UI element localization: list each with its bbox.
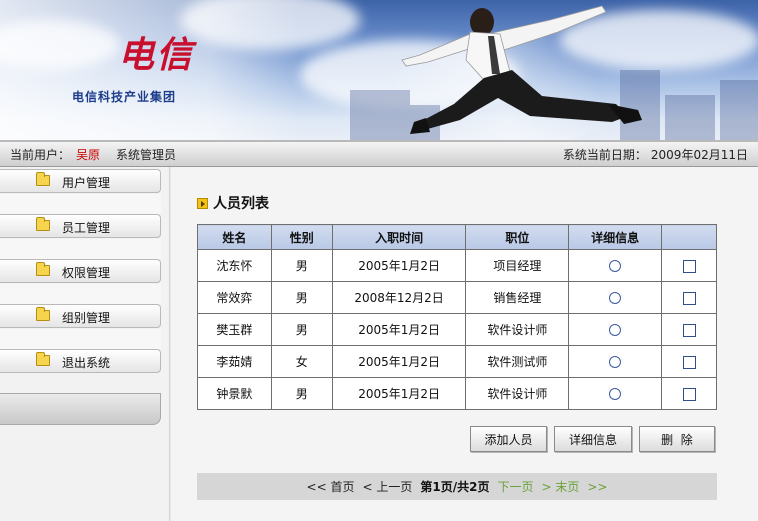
cell-name: 沈东怀: [197, 249, 272, 282]
column-header-details: 详细信息: [568, 224, 663, 250]
delete-button[interactable]: 删 除: [639, 426, 715, 452]
pagination: << 首页 < 上一页 第1页/共2页 下一页 > 末页 >>: [197, 473, 717, 500]
details-button[interactable]: 详细信息: [554, 426, 632, 452]
sidebar: 用户管理 员工管理 权限管理 组别管理 退出系统: [0, 167, 170, 521]
details-radio[interactable]: [609, 356, 622, 368]
cell-name: 李茹婧: [197, 345, 272, 378]
cell-gender: 男: [270, 377, 333, 410]
column-header-position: 职位: [465, 224, 570, 250]
cell-name: 常效弈: [197, 281, 272, 314]
sidebar-item-label: 组别管理: [62, 311, 111, 325]
end-page-link[interactable]: >>: [587, 480, 607, 494]
select-checkbox[interactable]: [682, 323, 696, 337]
cell-position: 软件测试师: [465, 345, 570, 378]
sidebar-item-group-management[interactable]: 组别管理: [0, 304, 161, 328]
cell-hire-date: 2005年1月2日: [331, 345, 467, 378]
table-row: 钟景默 男 2005年1月2日 软件设计师: [197, 377, 717, 410]
details-radio[interactable]: [609, 260, 622, 272]
cell-position: 项目经理: [465, 249, 570, 282]
details-radio[interactable]: [609, 324, 622, 336]
first-page-link[interactable]: << 首页: [307, 478, 355, 495]
table-row: 常效弈 男 2008年12月2日 销售经理: [197, 281, 717, 314]
sidebar-item-permission-management[interactable]: 权限管理: [0, 259, 161, 283]
column-header-name: 姓名: [197, 224, 272, 250]
cell-name: 钟景默: [197, 377, 272, 410]
column-header-gender: 性别: [270, 224, 333, 250]
date-value: 2009年02月11日: [650, 147, 748, 162]
cell-gender: 女: [270, 345, 333, 378]
folder-icon: [36, 307, 50, 321]
column-header-hire-date: 入职时间: [331, 224, 467, 250]
logo: 电信: [118, 34, 195, 76]
cell-hire-date: 2005年1月2日: [331, 377, 467, 410]
table-header-row: 姓名 性别 入职时间 职位 详细信息: [197, 224, 717, 250]
select-checkbox[interactable]: [682, 387, 696, 401]
sidebar-footer: [0, 393, 161, 425]
main-content: 人员列表 姓名 性别 入职时间 职位 详细信息 沈东怀 男 2005年1月2日 …: [171, 167, 758, 521]
sidebar-item-user-management[interactable]: 用户管理: [0, 169, 161, 193]
page-title-text: 人员列表: [213, 196, 269, 212]
cell-hire-date: 2005年1月2日: [331, 313, 467, 346]
cell-position: 软件设计师: [465, 313, 570, 346]
details-radio[interactable]: [609, 388, 622, 400]
sidebar-item-logout[interactable]: 退出系统: [0, 349, 161, 373]
sidebar-item-label: 权限管理: [62, 266, 111, 280]
cell-gender: 男: [270, 281, 333, 314]
cell-gender: 男: [270, 313, 333, 346]
personnel-table: 姓名 性别 入职时间 职位 详细信息 沈东怀 男 2005年1月2日 项目经理 …: [197, 224, 717, 410]
folder-icon: [36, 172, 50, 186]
company-name: 电信科技产业集团: [72, 90, 177, 104]
table-row: 李茹婧 女 2005年1月2日 软件测试师: [197, 345, 717, 378]
date-label: 系统当前日期：: [562, 147, 647, 162]
current-user-label: 当前用户：: [10, 147, 71, 162]
select-checkbox[interactable]: [682, 355, 696, 369]
table-row: 樊玉群 男 2005年1月2日 软件设计师: [197, 313, 717, 346]
folder-icon: [36, 262, 50, 276]
folder-icon: [36, 352, 50, 366]
page-indicator: 第1页/共2页: [420, 480, 490, 494]
next-page-link[interactable]: 下一页: [497, 478, 533, 495]
cell-position: 软件设计师: [465, 377, 570, 410]
table-row: 沈东怀 男 2005年1月2日 项目经理: [197, 249, 717, 282]
header-banner: 电信 电信科技产业集团: [0, 0, 758, 140]
page-title: 人员列表: [197, 193, 269, 213]
prev-page-link[interactable]: < 上一页: [362, 478, 412, 495]
folder-icon: [36, 217, 50, 231]
cell-hire-date: 2005年1月2日: [331, 249, 467, 282]
add-person-button[interactable]: 添加人员: [470, 426, 547, 452]
details-radio[interactable]: [609, 292, 622, 304]
status-bar: 当前用户： 吴原 系统管理员 系统当前日期： 2009年02月11日: [0, 140, 758, 167]
arrow-right-icon: [197, 197, 208, 209]
last-page-link[interactable]: > 末页: [541, 478, 579, 495]
jumping-man-image: [401, 5, 642, 134]
cell-hire-date: 2008年12月2日: [331, 281, 467, 314]
sidebar-item-employee-management[interactable]: 员工管理: [0, 214, 161, 238]
cell-gender: 男: [270, 249, 333, 282]
sidebar-item-label: 员工管理: [62, 221, 111, 235]
current-user-name: 吴原: [76, 147, 101, 162]
column-header-select: [661, 224, 717, 250]
cell-name: 樊玉群: [197, 313, 272, 346]
cell-position: 销售经理: [465, 281, 570, 314]
select-checkbox[interactable]: [682, 291, 696, 305]
user-role: 系统管理员: [116, 147, 177, 162]
select-checkbox[interactable]: [682, 259, 696, 273]
sidebar-item-label: 退出系统: [62, 356, 111, 370]
sidebar-item-label: 用户管理: [62, 176, 111, 190]
